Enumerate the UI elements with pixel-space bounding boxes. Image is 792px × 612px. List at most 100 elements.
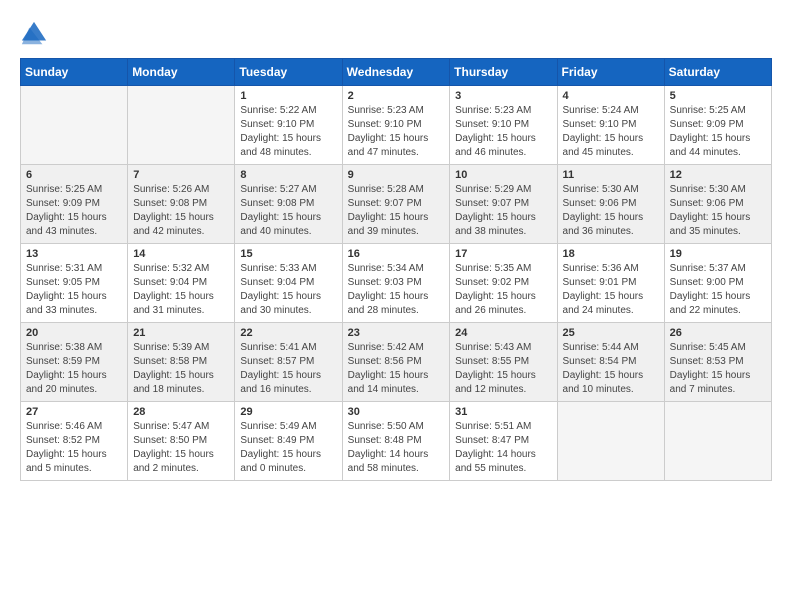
calendar-cell: 2 Sunrise: 5:23 AMSunset: 9:10 PMDaylight…: [342, 86, 450, 165]
day-info: Sunrise: 5:27 AMSunset: 9:08 PMDaylight:…: [240, 183, 336, 239]
calendar-week-row: 6 Sunrise: 5:25 AMSunset: 9:09 PMDaylight…: [21, 165, 772, 244]
day-number: 10: [455, 169, 551, 181]
day-info: Sunrise: 5:25 AMSunset: 9:09 PMDaylight:…: [670, 104, 766, 160]
calendar-cell: 4 Sunrise: 5:24 AMSunset: 9:10 PMDaylight…: [557, 86, 664, 165]
day-number: 12: [670, 169, 766, 181]
day-info: Sunrise: 5:29 AMSunset: 9:07 PMDaylight:…: [455, 183, 551, 239]
day-info: Sunrise: 5:47 AMSunset: 8:50 PMDaylight:…: [133, 420, 229, 476]
day-info: Sunrise: 5:38 AMSunset: 8:59 PMDaylight:…: [26, 341, 122, 397]
calendar-cell: 9 Sunrise: 5:28 AMSunset: 9:07 PMDaylight…: [342, 165, 450, 244]
day-info: Sunrise: 5:33 AMSunset: 9:04 PMDaylight:…: [240, 262, 336, 318]
day-info: Sunrise: 5:28 AMSunset: 9:07 PMDaylight:…: [348, 183, 445, 239]
day-info: Sunrise: 5:32 AMSunset: 9:04 PMDaylight:…: [133, 262, 229, 318]
day-info: Sunrise: 5:31 AMSunset: 9:05 PMDaylight:…: [26, 262, 122, 318]
calendar-cell: 1 Sunrise: 5:22 AMSunset: 9:10 PMDaylight…: [235, 86, 342, 165]
day-number: 8: [240, 169, 336, 181]
day-number: 9: [348, 169, 445, 181]
calendar-cell: 3 Sunrise: 5:23 AMSunset: 9:10 PMDaylight…: [450, 86, 557, 165]
day-info: Sunrise: 5:50 AMSunset: 8:48 PMDaylight:…: [348, 420, 445, 476]
calendar-cell: 12Sunrise: 5:30 AMSunset: 9:06 PMDayligh…: [664, 165, 771, 244]
day-info: Sunrise: 5:37 AMSunset: 9:00 PMDaylight:…: [670, 262, 766, 318]
calendar-cell: 19 Sunrise: 5:37 AMSunset: 9:00 PMDayligh…: [664, 244, 771, 323]
day-number: 6: [26, 169, 122, 181]
logo: [20, 20, 52, 48]
calendar-cell: [21, 86, 128, 165]
day-number: 27: [26, 406, 122, 418]
calendar-cell: 5Sunrise: 5:25 AMSunset: 9:09 PMDaylight…: [664, 86, 771, 165]
weekday-header: Saturday: [664, 59, 771, 86]
day-info: Sunrise: 5:35 AMSunset: 9:02 PMDaylight:…: [455, 262, 551, 318]
day-number: 4: [563, 90, 659, 102]
day-number: 7: [133, 169, 229, 181]
day-info: Sunrise: 5:51 AMSunset: 8:47 PMDaylight:…: [455, 420, 551, 476]
day-info: Sunrise: 5:23 AMSunset: 9:10 PMDaylight:…: [455, 104, 551, 160]
day-info: Sunrise: 5:39 AMSunset: 8:58 PMDaylight:…: [133, 341, 229, 397]
day-number: 24: [455, 327, 551, 339]
calendar-cell: 13 Sunrise: 5:31 AMSunset: 9:05 PMDayligh…: [21, 244, 128, 323]
weekday-header: Thursday: [450, 59, 557, 86]
calendar-cell: 29Sunrise: 5:49 AMSunset: 8:49 PMDayligh…: [235, 402, 342, 481]
calendar-cell: 11 Sunrise: 5:30 AMSunset: 9:06 PMDayligh…: [557, 165, 664, 244]
calendar-cell: 23 Sunrise: 5:42 AMSunset: 8:56 PMDayligh…: [342, 323, 450, 402]
calendar-cell: 31Sunrise: 5:51 AMSunset: 8:47 PMDayligh…: [450, 402, 557, 481]
day-number: 22: [240, 327, 336, 339]
day-number: 28: [133, 406, 229, 418]
calendar-cell: 25 Sunrise: 5:44 AMSunset: 8:54 PMDayligh…: [557, 323, 664, 402]
calendar-week-row: 20 Sunrise: 5:38 AMSunset: 8:59 PMDayligh…: [21, 323, 772, 402]
day-number: 1: [240, 90, 336, 102]
calendar-cell: 30 Sunrise: 5:50 AMSunset: 8:48 PMDayligh…: [342, 402, 450, 481]
day-number: 21: [133, 327, 229, 339]
calendar-cell: 20 Sunrise: 5:38 AMSunset: 8:59 PMDayligh…: [21, 323, 128, 402]
calendar-week-row: 1 Sunrise: 5:22 AMSunset: 9:10 PMDaylight…: [21, 86, 772, 165]
calendar-week-row: 27 Sunrise: 5:46 AMSunset: 8:52 PMDayligh…: [21, 402, 772, 481]
calendar-cell: 26Sunrise: 5:45 AMSunset: 8:53 PMDayligh…: [664, 323, 771, 402]
calendar-cell: 14Sunrise: 5:32 AMSunset: 9:04 PMDayligh…: [128, 244, 235, 323]
day-number: 11: [563, 169, 659, 181]
calendar-cell: 15 Sunrise: 5:33 AMSunset: 9:04 PMDayligh…: [235, 244, 342, 323]
day-info: Sunrise: 5:42 AMSunset: 8:56 PMDaylight:…: [348, 341, 445, 397]
day-number: 23: [348, 327, 445, 339]
calendar-cell: 18 Sunrise: 5:36 AMSunset: 9:01 PMDayligh…: [557, 244, 664, 323]
day-info: Sunrise: 5:46 AMSunset: 8:52 PMDaylight:…: [26, 420, 122, 476]
day-info: Sunrise: 5:36 AMSunset: 9:01 PMDaylight:…: [563, 262, 659, 318]
weekday-header: Tuesday: [235, 59, 342, 86]
calendar-cell: [557, 402, 664, 481]
day-info: Sunrise: 5:25 AMSunset: 9:09 PMDaylight:…: [26, 183, 122, 239]
calendar-cell: 16Sunrise: 5:34 AMSunset: 9:03 PMDayligh…: [342, 244, 450, 323]
calendar-cell: 7 Sunrise: 5:26 AMSunset: 9:08 PMDaylight…: [128, 165, 235, 244]
day-info: Sunrise: 5:26 AMSunset: 9:08 PMDaylight:…: [133, 183, 229, 239]
day-number: 13: [26, 248, 122, 260]
calendar-cell: [128, 86, 235, 165]
day-number: 30: [348, 406, 445, 418]
header: [20, 20, 772, 48]
day-number: 20: [26, 327, 122, 339]
day-info: Sunrise: 5:43 AMSunset: 8:55 PMDaylight:…: [455, 341, 551, 397]
calendar-week-row: 13 Sunrise: 5:31 AMSunset: 9:05 PMDayligh…: [21, 244, 772, 323]
day-number: 25: [563, 327, 659, 339]
page: SundayMondayTuesdayWednesdayThursdayFrid…: [0, 0, 792, 491]
calendar-cell: 8 Sunrise: 5:27 AMSunset: 9:08 PMDaylight…: [235, 165, 342, 244]
weekday-header: Monday: [128, 59, 235, 86]
day-number: 17: [455, 248, 551, 260]
calendar-cell: 21 Sunrise: 5:39 AMSunset: 8:58 PMDayligh…: [128, 323, 235, 402]
calendar-cell: 10 Sunrise: 5:29 AMSunset: 9:07 PMDayligh…: [450, 165, 557, 244]
calendar-cell: 28 Sunrise: 5:47 AMSunset: 8:50 PMDayligh…: [128, 402, 235, 481]
day-info: Sunrise: 5:24 AMSunset: 9:10 PMDaylight:…: [563, 104, 659, 160]
day-info: Sunrise: 5:22 AMSunset: 9:10 PMDaylight:…: [240, 104, 336, 160]
calendar-table: SundayMondayTuesdayWednesdayThursdayFrid…: [20, 58, 772, 481]
calendar-header-row: SundayMondayTuesdayWednesdayThursdayFrid…: [21, 59, 772, 86]
day-number: 2: [348, 90, 445, 102]
weekday-header: Wednesday: [342, 59, 450, 86]
day-number: 26: [670, 327, 766, 339]
day-info: Sunrise: 5:30 AMSunset: 9:06 PMDaylight:…: [563, 183, 659, 239]
day-number: 3: [455, 90, 551, 102]
day-info: Sunrise: 5:44 AMSunset: 8:54 PMDaylight:…: [563, 341, 659, 397]
day-info: Sunrise: 5:23 AMSunset: 9:10 PMDaylight:…: [348, 104, 445, 160]
weekday-header: Sunday: [21, 59, 128, 86]
day-info: Sunrise: 5:41 AMSunset: 8:57 PMDaylight:…: [240, 341, 336, 397]
day-number: 19: [670, 248, 766, 260]
day-number: 15: [240, 248, 336, 260]
weekday-header: Friday: [557, 59, 664, 86]
day-number: 18: [563, 248, 659, 260]
calendar-cell: 6 Sunrise: 5:25 AMSunset: 9:09 PMDaylight…: [21, 165, 128, 244]
